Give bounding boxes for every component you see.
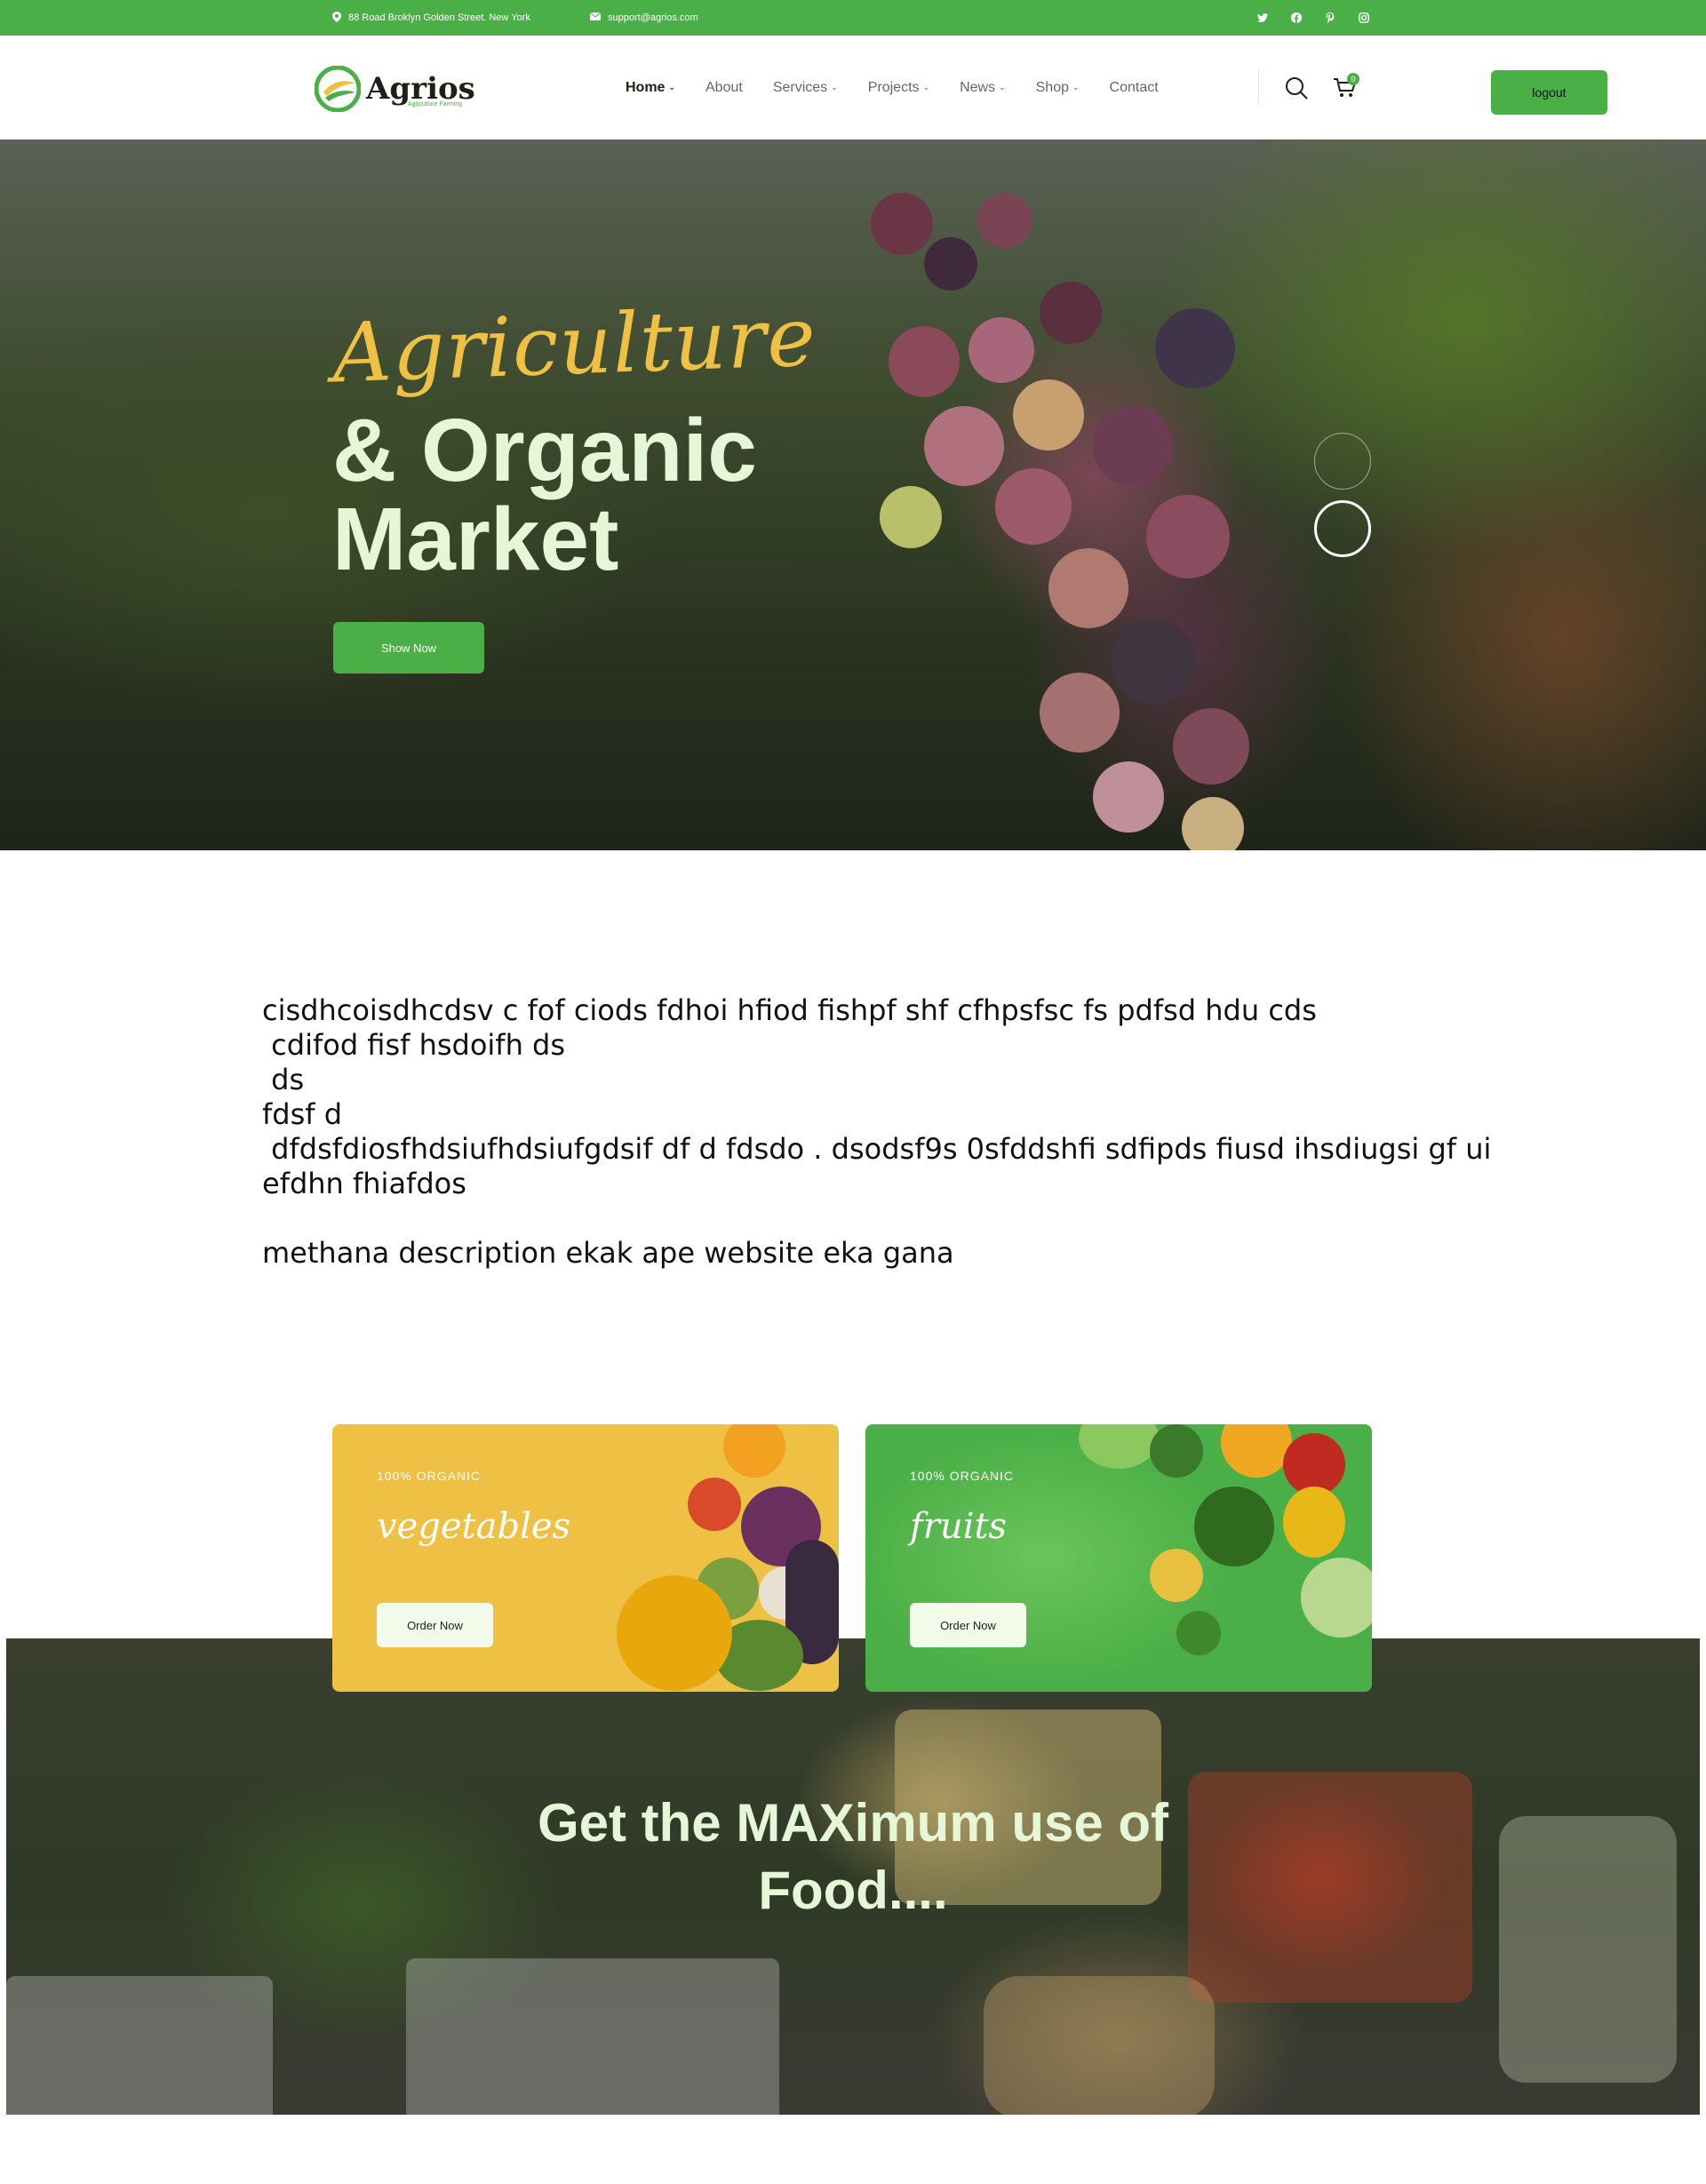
twitter-icon[interactable] bbox=[1256, 12, 1269, 24]
address-text: 88 Road Broklyn Golden Street. New York bbox=[348, 12, 530, 23]
nav-contact[interactable]: Contact bbox=[1110, 80, 1159, 96]
nav-about[interactable]: About bbox=[706, 80, 743, 96]
slider-dot-2[interactable] bbox=[1314, 500, 1371, 557]
hero-slider: Agriculture & Organic Market Show Now bbox=[0, 139, 1706, 850]
logo-mark-icon bbox=[315, 66, 361, 112]
vegetables-title: vegetables bbox=[377, 1506, 571, 1547]
logo-name: Agrios bbox=[366, 71, 475, 107]
nav-shop[interactable]: Shop ⌄ bbox=[1036, 80, 1080, 96]
hero-title: & Organic Market bbox=[332, 406, 757, 584]
cart-count-badge: 0 bbox=[1347, 73, 1359, 85]
banner-title: Get the MAXimum use of Food.... bbox=[6, 1789, 1700, 1925]
fruits-eyebrow: 100% ORGANIC bbox=[910, 1469, 1015, 1483]
vegetables-card-image bbox=[617, 1424, 839, 1692]
logout-button[interactable]: logout bbox=[1491, 70, 1607, 115]
nav-news[interactable]: News ⌄ bbox=[960, 80, 1006, 96]
food-banner: Get the MAXimum use of Food.... bbox=[6, 1638, 1700, 2115]
vegetables-card[interactable]: 100% ORGANIC vegetables Order Now bbox=[332, 1424, 839, 1692]
hero-title-line-2: Market bbox=[332, 490, 619, 589]
fruits-card-image bbox=[1061, 1424, 1372, 1692]
chevron-down-icon: ⌄ bbox=[999, 83, 1006, 92]
site-logo[interactable]: Agrios Agriculture Farming bbox=[315, 62, 475, 116]
chevron-down-icon: ⌄ bbox=[668, 83, 675, 92]
address-info: 88 Road Broklyn Golden Street. New York bbox=[332, 0, 530, 36]
envelope-icon bbox=[589, 12, 602, 23]
nav-home[interactable]: Home ⌄ bbox=[626, 80, 675, 96]
slider-dot-1[interactable] bbox=[1314, 433, 1371, 490]
logo-tagline: Agriculture Farming bbox=[408, 101, 463, 108]
email-text[interactable]: support@agrios.com bbox=[608, 12, 698, 23]
search-icon[interactable] bbox=[1283, 75, 1310, 101]
banner-title-line-2: Food.... bbox=[758, 1861, 948, 1920]
order-vegetables-button[interactable]: Order Now bbox=[377, 1603, 493, 1647]
fruits-title: fruits bbox=[910, 1506, 1008, 1547]
order-fruits-button[interactable]: Order Now bbox=[910, 1603, 1026, 1647]
vegetables-eyebrow: 100% ORGANIC bbox=[377, 1469, 482, 1483]
instagram-icon[interactable] bbox=[1358, 12, 1370, 24]
hero-background-image bbox=[0, 139, 1706, 850]
pinterest-icon[interactable] bbox=[1324, 12, 1336, 24]
main-nav: Home ⌄ About Services ⌄ Projects ⌄ News ⌄ Sh… bbox=[626, 36, 1159, 139]
show-now-button[interactable]: Show Now bbox=[333, 622, 484, 674]
top-bar: 88 Road Broklyn Golden Street. New York … bbox=[0, 0, 1706, 36]
chevron-down-icon: ⌄ bbox=[1072, 83, 1080, 92]
fruits-card[interactable]: 100% ORGANIC fruits Order Now bbox=[865, 1424, 1372, 1692]
facebook-icon[interactable] bbox=[1290, 12, 1303, 24]
chevron-down-icon: ⌄ bbox=[922, 83, 930, 92]
hero-title-line-1: & Organic bbox=[332, 401, 757, 500]
map-pin-icon bbox=[332, 11, 341, 25]
site-description: cisdhcoisdhcdsv c fof ciods fdhoi hfiod … bbox=[262, 993, 1492, 1270]
email-info[interactable]: support@agrios.com bbox=[589, 0, 698, 36]
nav-projects[interactable]: Projects ⌄ bbox=[868, 80, 929, 96]
header-divider bbox=[1258, 69, 1259, 105]
social-links bbox=[1256, 0, 1370, 36]
hero-script-title: Agriculture bbox=[331, 289, 818, 402]
chevron-down-icon: ⌄ bbox=[831, 83, 838, 92]
banner-title-line-1: Get the MAXimum use of bbox=[537, 1793, 1169, 1853]
nav-services[interactable]: Services ⌄ bbox=[773, 80, 838, 96]
site-header: Agrios Agriculture Farming Home ⌄ About S… bbox=[0, 36, 1706, 139]
